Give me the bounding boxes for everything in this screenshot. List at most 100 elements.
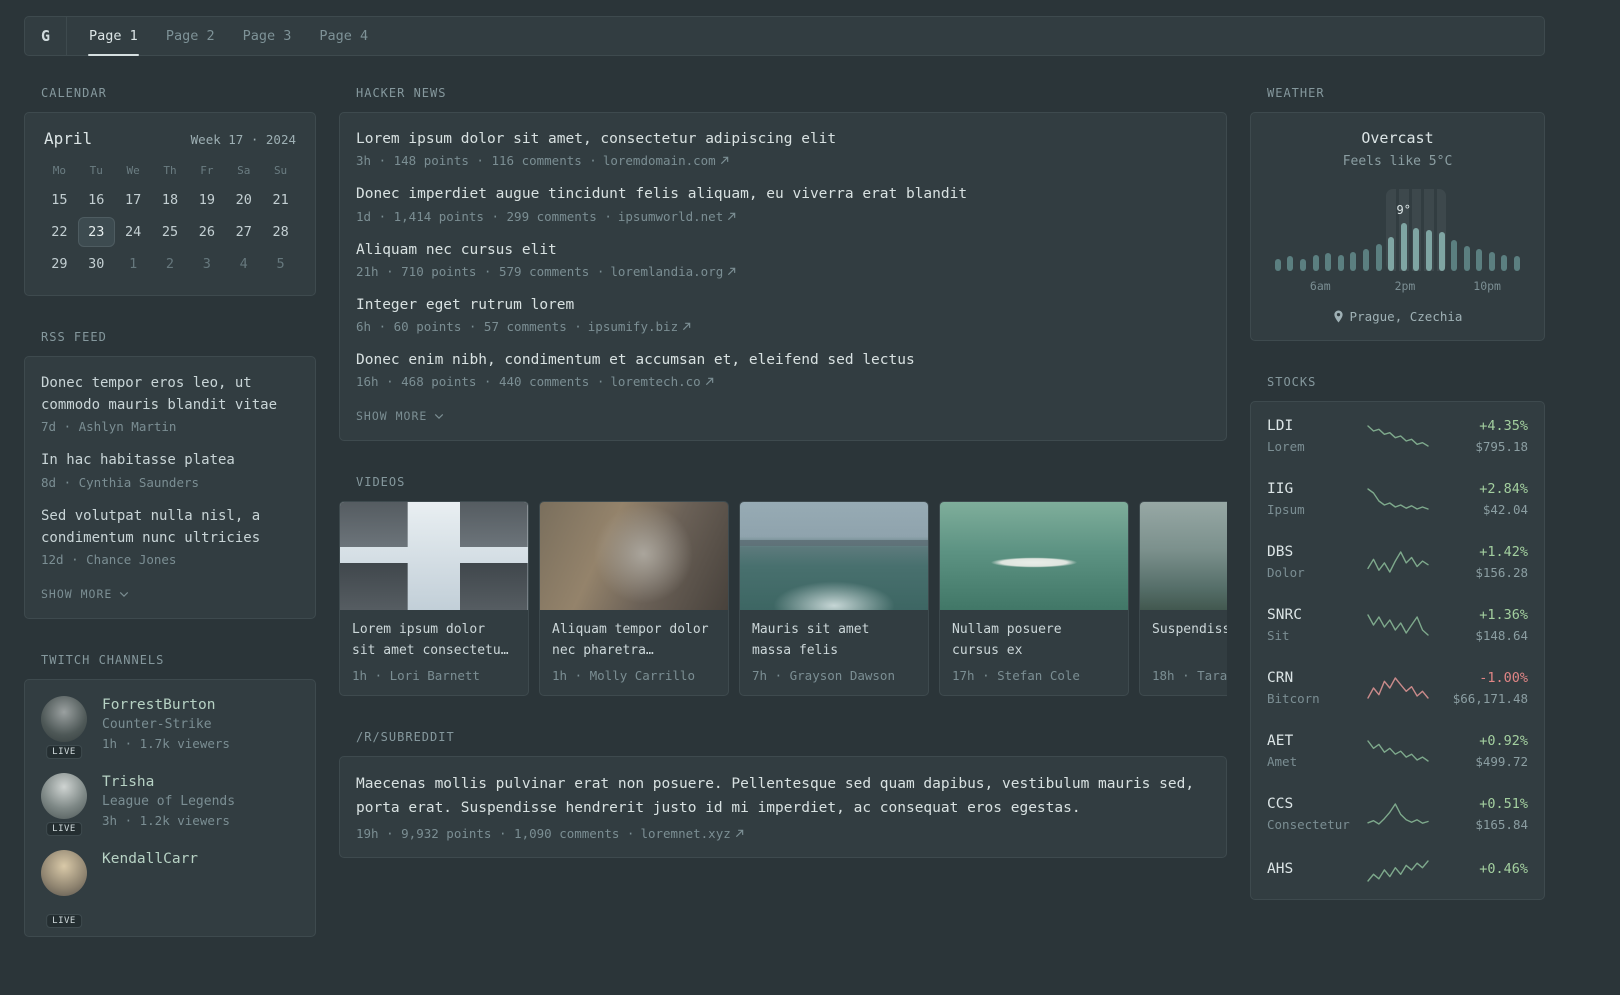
hackernews-item-source-link[interactable]: loremlandia.org <box>610 264 736 279</box>
weather-bar-column <box>1487 189 1497 271</box>
weekday-label: Fr <box>200 164 214 177</box>
twitch-channel-name[interactable]: Trisha <box>102 774 235 790</box>
weather-bar-column <box>1311 189 1321 271</box>
stock-name: Bitcorn <box>1267 691 1320 706</box>
calendar-day: 30 <box>88 256 105 272</box>
twitch-channel-row[interactable]: LIVE ForrestBurton Counter-Strike 1h · 1… <box>41 696 299 760</box>
tab-page-3[interactable]: Page 3 <box>229 17 306 55</box>
calendar-day: 25 <box>161 224 179 240</box>
weather-bar-column <box>1323 189 1333 271</box>
video-card[interactable]: Aliquam tempor dolor nec pharetra… 1h · … <box>539 501 729 697</box>
video-body: Mauris sit amet massa felis 7h · Grayson… <box>740 610 928 695</box>
subreddit-post-source-link[interactable]: loremnet.xyz <box>640 826 744 841</box>
tab-page-4[interactable]: Page 4 <box>305 17 382 55</box>
stock-ticker: SNRC <box>1267 607 1302 623</box>
stock-id: DBS Dolor <box>1267 544 1363 580</box>
weather-bar <box>1514 256 1521 271</box>
stock-row[interactable]: AET Amet +0.92% $499.72 <box>1267 733 1528 769</box>
weather-time-label: 6am <box>1309 279 1331 293</box>
stock-row[interactable]: IIG Ipsum +2.84% $42.04 <box>1267 481 1528 517</box>
hackernews-item-title[interactable]: Aliquam nec cursus elit <box>356 240 1210 260</box>
rss-section-title: RSS FEED <box>41 330 107 344</box>
hackernews-item: Lorem ipsum dolor sit amet, consectetur … <box>356 129 1210 168</box>
video-thumbnail <box>740 502 928 611</box>
calendar-day: 2 <box>165 256 175 272</box>
video-title: Mauris sit amet massa felis <box>752 622 870 659</box>
tab-page-2[interactable]: Page 2 <box>152 17 229 55</box>
video-body: Aliquam tempor dolor nec pharetra… 1h · … <box>540 610 728 695</box>
stock-price: $66,171.48 <box>1452 691 1528 706</box>
hackernews-item-source-link[interactable]: ipsumworld.net <box>618 209 736 224</box>
stock-row[interactable]: AHS +0.46% <box>1267 859 1528 883</box>
video-meta: 18h · Tara <box>1152 668 1227 684</box>
hackernews-item-stats: 16h · 468 points · 440 comments · <box>356 374 605 390</box>
stock-name: Lorem <box>1267 439 1305 454</box>
subreddit-post-title[interactable]: Maecenas mollis pulvinar erat non posuer… <box>356 773 1210 819</box>
rss-item-title[interactable]: In hac habitasse platea <box>41 450 299 472</box>
stock-ticker: LDI <box>1267 418 1294 434</box>
calendar-day: 20 <box>235 192 252 208</box>
hackernews-item: Donec enim nibh, condimentum et accumsan… <box>356 350 1210 389</box>
stock-sparkline <box>1366 551 1429 573</box>
subreddit-widget: /R/SUBREDDIT Maecenas mollis pulvinar er… <box>339 730 1227 858</box>
app-logo[interactable]: G <box>41 27 66 45</box>
stock-row[interactable]: CCS Consectetur +0.51% $165.84 <box>1267 796 1528 832</box>
weekday-label: Th <box>163 164 177 177</box>
hackernews-item-title[interactable]: Donec enim nibh, condimentum et accumsan… <box>356 350 1210 370</box>
twitch-channel-game: League of Legends <box>102 794 236 810</box>
rss-item-title[interactable]: Sed volutpat nulla nisl, a condimentum n… <box>41 506 299 549</box>
video-card[interactable]: Mauris sit amet massa felis 7h · Grayson… <box>739 501 929 697</box>
weather-bar-column <box>1349 189 1359 271</box>
twitch-channel-row[interactable]: LIVE KendallCarr <box>41 850 299 929</box>
twitch-widget: TWITCH CHANNELS LIVE ForrestBurton Count… <box>24 653 316 938</box>
right-column: WEATHER Overcast Feels like 5°C 9° 6am 2… <box>1250 86 1545 971</box>
hackernews-item-source-link[interactable]: loremdomain.com <box>603 153 729 168</box>
stocks-widget: STOCKS LDI Lorem +4.35% $795.18 IIG Ipsu… <box>1250 375 1545 900</box>
twitch-channel-game: Counter-Strike <box>102 717 212 733</box>
stock-sparkline <box>1366 614 1429 636</box>
rss-item-title[interactable]: Donec tempor eros leo, ut commodo mauris… <box>41 373 299 416</box>
hackernews-item-source-link[interactable]: loremtech.co <box>610 374 713 389</box>
video-thumbnail <box>940 502 1128 611</box>
stock-row[interactable]: SNRC Sit +1.36% $148.64 <box>1267 607 1528 643</box>
twitch-avatar-wrap: LIVE <box>41 773 87 837</box>
rss-show-more-button[interactable]: SHOW MORE <box>41 587 129 601</box>
video-card[interactable]: Nullam posuere cursus ex 17h · Stefan Co… <box>939 501 1129 697</box>
weather-bar-column: 9° <box>1397 189 1411 271</box>
stock-row[interactable]: CRN Bitcorn -1.00% $66,171.48 <box>1267 670 1528 706</box>
rss-item: Donec tempor eros leo, ut commodo mauris… <box>41 373 299 434</box>
weather-condition: Overcast <box>1361 129 1434 147</box>
hackernews-show-more-button[interactable]: SHOW MORE <box>356 409 444 423</box>
stock-row[interactable]: LDI Lorem +4.35% $795.18 <box>1267 418 1528 454</box>
video-title: Nullam posuere cursus ex <box>952 622 1062 659</box>
twitch-channel-name[interactable]: ForrestBurton <box>102 697 230 713</box>
rss-show-more-label: SHOW MORE <box>41 587 113 602</box>
weekday-label: We <box>126 164 140 177</box>
stock-id: IIG Ipsum <box>1267 481 1363 517</box>
twitch-channel-info: KendallCarr <box>102 850 198 920</box>
hackernews-item-title[interactable]: Integer eget rutrum lorem <box>356 295 1210 315</box>
tab-page-1[interactable]: Page 1 <box>75 17 152 56</box>
weather-bar-column <box>1374 189 1384 271</box>
weather-bar-column <box>1424 189 1434 271</box>
calendar-day: 18 <box>161 192 179 208</box>
twitch-channel-name[interactable]: KendallCarr <box>102 851 198 867</box>
weather-time-label: 10pm <box>1473 279 1501 293</box>
hackernews-item-source: loremlandia.org <box>610 263 724 279</box>
video-card[interactable]: Suspendisse diam 18h · Tara <box>1139 501 1227 697</box>
hackernews-item-source-link[interactable]: ipsumify.biz <box>588 319 691 334</box>
twitch-channel-row[interactable]: LIVE Trisha League of Legends 3h · 1.2k … <box>41 773 299 837</box>
hackernews-item-title[interactable]: Lorem ipsum dolor sit amet, consectetur … <box>356 129 1210 149</box>
calendar-day: 4 <box>239 256 248 272</box>
stock-change: +1.36% <box>1479 607 1528 623</box>
stock-sparkline <box>1366 740 1429 762</box>
hackernews-item-title[interactable]: Donec imperdiet augue tincidunt felis al… <box>356 184 1210 204</box>
hackernews-item: Aliquam nec cursus elit 21h · 710 points… <box>356 240 1210 279</box>
stock-name: Consectetur <box>1267 817 1350 832</box>
stock-row[interactable]: DBS Dolor +1.42% $156.28 <box>1267 544 1528 580</box>
video-card[interactable]: Lorem ipsum dolor sit amet consectetu… 1… <box>339 501 529 697</box>
subreddit-card: Maecenas mollis pulvinar erat non posuer… <box>339 756 1227 858</box>
calendar-day: 29 <box>51 256 68 272</box>
weather-location-row: Prague, Czechia <box>1267 309 1528 324</box>
page-tabs: Page 1 Page 2 Page 3 Page 4 <box>75 17 382 56</box>
